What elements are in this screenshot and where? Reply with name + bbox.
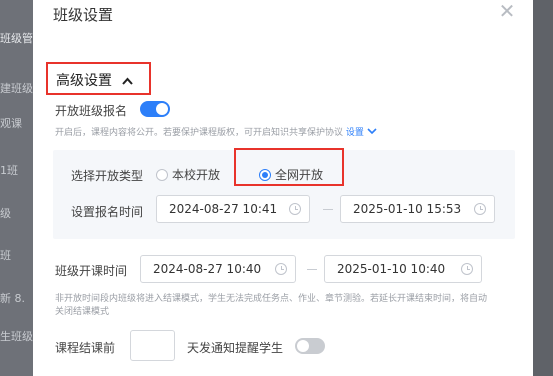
remind-label-before: 课程结课前 <box>55 341 116 355</box>
class-time-hint-line2: 关闭结课模式 <box>55 307 110 317</box>
chevron-down-icon <box>367 128 377 135</box>
date-value: 2024-08-27 10:41 <box>169 202 278 216</box>
range-separator <box>307 269 317 270</box>
clock-icon <box>474 203 486 215</box>
remind-label-after: 天发通知提醒学生 <box>187 341 284 355</box>
enroll-end-input[interactable]: 2025-01-10 15:53 <box>340 195 495 223</box>
enroll-time-label: 设置报名时间 <box>71 205 144 219</box>
clock-icon <box>461 263 473 275</box>
clock-icon <box>289 203 301 215</box>
chevron-up-icon <box>122 73 134 89</box>
date-value: 2024-08-27 10:40 <box>153 262 262 276</box>
hint-text: 开启后，课程内容将公开。若要保护课程版权，可开启知识共享保护协议 <box>55 128 344 138</box>
switch-knob <box>297 340 309 352</box>
annotation-highlight-box <box>234 148 344 186</box>
date-value: 2025-01-10 15:53 <box>353 202 462 216</box>
open-enroll-switch[interactable] <box>140 101 170 117</box>
dialog-title: 班级设置 <box>53 6 114 24</box>
protection-settings-link[interactable]: 设置 <box>346 128 377 138</box>
link-text: 设置 <box>345 128 364 138</box>
remind-switch[interactable] <box>295 338 325 354</box>
radio-label: 本校开放 <box>172 168 221 182</box>
class-end-input[interactable]: 2025-01-10 10:40 <box>324 255 482 283</box>
advanced-settings-title: 高级设置 <box>56 73 112 89</box>
advanced-settings-toggle[interactable]: 高级设置 <box>46 62 151 95</box>
enroll-type-label: 选择开放类型 <box>71 169 144 183</box>
radio-school-open[interactable]: 本校开放 <box>156 166 220 183</box>
open-enroll-hint: 开启后，课程内容将公开。若要保护课程版权，可开启知识共享保护协议 设置 <box>55 125 377 138</box>
close-button[interactable]: ✕ <box>495 0 519 23</box>
switch-knob <box>156 103 168 115</box>
enroll-start-input[interactable]: 2024-08-27 10:41 <box>156 195 310 223</box>
background-right-area <box>533 0 553 376</box>
radio-circle <box>156 168 168 181</box>
class-time-label: 班级开课时间 <box>55 264 128 278</box>
close-icon: ✕ <box>498 0 516 23</box>
class-settings-dialog: 班级设置 ✕ 高级设置 开放班级报名 开启后，课程内容将公开。若要保护课程版权，… <box>33 0 533 376</box>
range-separator <box>323 209 333 210</box>
clock-icon <box>275 263 287 275</box>
date-value: 2025-01-10 10:40 <box>337 262 446 276</box>
class-start-input[interactable]: 2024-08-27 10:40 <box>140 255 296 283</box>
remind-days-input[interactable] <box>130 330 175 361</box>
open-enroll-label: 开放班级报名 <box>55 104 128 118</box>
class-time-hint-line1: 非开放时间段内班级将进入结课模式，学生无法完成任务点、作业、章节测验。若延长开课… <box>55 294 488 304</box>
